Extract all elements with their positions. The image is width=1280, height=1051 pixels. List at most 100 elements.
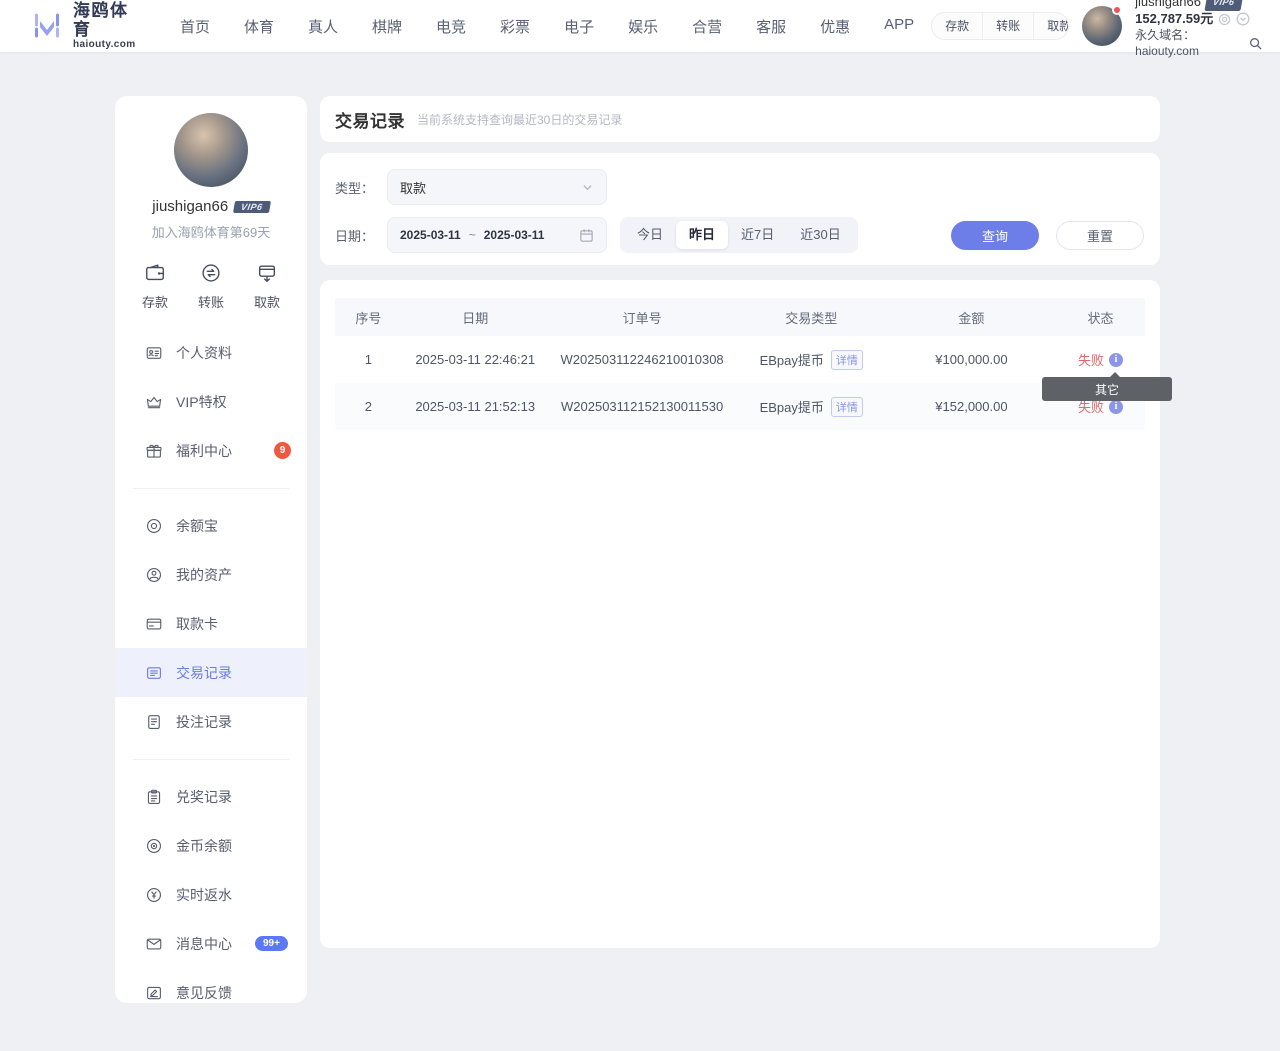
query-button[interactable]: 查询 [951,221,1039,250]
info-icon[interactable]: i [1109,400,1123,414]
sidebar-item-gift[interactable]: 福利中心 9 [115,426,307,475]
quick-action-label: 取款 [254,292,280,311]
header-quick-action-2[interactable]: 转账 [982,13,1033,39]
nav-item-11[interactable]: 优惠 [803,16,867,37]
sidebar-item-gold-coin[interactable]: 金币余额 [115,821,307,870]
filter-card: 类型： 取款 日期： 2025-03-11 ~ 2025-03-11 今日昨日近… [320,153,1160,265]
nav-item-6[interactable]: 彩票 [483,16,547,37]
date-separator: ~ [469,228,476,242]
table-row: 12025-03-11 22:46:21W2025031122462100103… [335,336,1145,383]
date-range-input[interactable]: 2025-03-11 ~ 2025-03-11 [387,217,607,253]
sidebar-item-feedback[interactable]: 意见反馈 [115,968,307,1017]
quick-date-group: 今日昨日近7日近30日 [620,217,858,253]
status-tooltip: 其它 [1042,377,1172,401]
join-days-text: 加入海鸥体育第69天 [115,222,307,241]
badge-pill: 99+ [255,936,288,951]
search-icon[interactable] [1249,37,1262,50]
header-quick-action-1[interactable]: 存款 [932,13,982,39]
quick-date-1[interactable]: 今日 [624,221,676,249]
cell-transaction-type: EBpay提币详情 [736,397,887,417]
sidebar-item-rebate[interactable]: 实时返水 [115,870,307,919]
detail-link[interactable]: 详情 [831,397,863,417]
nav-item-9[interactable]: 合营 [675,16,739,37]
sidebar-item-id-card[interactable]: 个人资料 [115,328,307,377]
transaction-type-text: EBpay提币 [760,350,824,369]
column-header-1: 序号 [335,308,402,327]
table-header-row: 序号日期订单号交易类型金额状态 [335,298,1145,336]
assets-icon [145,566,163,584]
transaction-record-icon [145,664,163,682]
cell-index: 2 [335,399,402,414]
sidebar-item-assets[interactable]: 我的资产 [115,550,307,599]
info-icon[interactable]: i [1109,353,1123,367]
quick-action-label: 存款 [142,292,168,311]
sidebar-item-message[interactable]: 消息中心 99+ [115,919,307,968]
sidebar-item-label: 福利中心 [176,441,232,461]
sidebar-item-redeem-record[interactable]: 兑奖记录 [115,772,307,821]
sidebar-item-transaction-record[interactable]: 交易记录 [115,648,307,697]
sidebar-item-bet-record[interactable]: 投注记录 [115,697,307,746]
sidebar-item-label: 兑奖记录 [176,787,232,807]
badge-dot: 9 [274,442,291,459]
coin-icon [145,517,163,535]
top-header: 海鸥体育 haiouty.com 首页体育真人棋牌电竞彩票电子娱乐合营客服优惠A… [0,0,1280,52]
column-header-4: 交易类型 [736,308,887,327]
quick-date-2[interactable]: 昨日 [676,221,728,249]
date-to: 2025-03-11 [484,228,545,242]
avatar[interactable] [1082,6,1122,46]
logo-mark-icon [30,9,64,43]
nav-item-10[interactable]: 客服 [739,16,803,37]
quick-date-3[interactable]: 近7日 [728,221,787,249]
detail-link[interactable]: 详情 [831,350,863,370]
quick-date-4[interactable]: 近30日 [787,221,853,249]
sidebar-item-label: VIP特权 [176,392,227,412]
sidebar-quick-actions: 存款 转账 取款 [115,241,307,323]
sidebar-divider [133,488,289,489]
sidebar-item-label: 实时返水 [176,885,232,905]
nav-item-8[interactable]: 娱乐 [611,16,675,37]
profile-avatar[interactable] [174,113,248,187]
quick-action-label: 转账 [198,292,224,311]
quick-action-3[interactable]: 取款 [254,262,280,311]
date-filter-label: 日期： [335,226,387,245]
header-quick-actions: 存款转账取款 [931,12,1069,40]
cell-index: 1 [335,352,402,367]
logo-title: 海鸥体育 [73,2,137,39]
id-card-icon [145,344,163,362]
chevron-down-circle-icon[interactable] [1236,12,1250,26]
brand-logo[interactable]: 海鸥体育 haiouty.com [30,2,137,50]
sidebar-item-label: 我的资产 [176,565,232,585]
nav-item-3[interactable]: 真人 [291,16,355,37]
sidebar-item-label: 消息中心 [176,934,232,954]
transfer-icon [200,262,222,284]
page-title: 交易记录 [335,107,405,132]
header-quick-action-3[interactable]: 取款 [1033,13,1069,39]
username: jiushigan66 [1135,0,1201,10]
date-from: 2025-03-11 [400,228,461,242]
sidebar-item-label: 金币余额 [176,836,232,856]
nav-item-7[interactable]: 电子 [547,16,611,37]
nav-item-4[interactable]: 棋牌 [355,16,419,37]
cell-date: 2025-03-11 21:52:13 [402,399,549,414]
cell-order-number: W202503112152130011530 [549,399,736,414]
page-subtitle: 当前系统支持查询最近30日的交易记录 [417,111,622,128]
eye-balance-icon[interactable] [1218,13,1231,26]
nav-item-5[interactable]: 电竞 [419,16,483,37]
sidebar-divider [133,759,289,760]
nav-item-12[interactable]: APP [867,16,931,37]
sidebar-item-bank-card[interactable]: 取款卡 [115,599,307,648]
nav-item-2[interactable]: 体育 [227,16,291,37]
reset-button[interactable]: 重置 [1056,221,1144,250]
quick-action-1[interactable]: 存款 [142,262,168,311]
sidebar: jiushigan66 VIP6 加入海鸥体育第69天 存款转账取款 个人资料V… [115,96,307,1003]
type-select[interactable]: 取款 [387,169,607,205]
sidebar-item-crown[interactable]: VIP特权 [115,377,307,426]
gold-coin-icon [145,837,163,855]
column-header-3: 订单号 [549,308,736,327]
crown-icon [145,393,163,411]
quick-action-2[interactable]: 转账 [198,262,224,311]
sidebar-item-label: 取款卡 [176,614,218,634]
nav-item-1[interactable]: 首页 [163,16,227,37]
sidebar-item-coin[interactable]: 余额宝 [115,501,307,550]
cell-amount: ¥152,000.00 [887,399,1056,414]
